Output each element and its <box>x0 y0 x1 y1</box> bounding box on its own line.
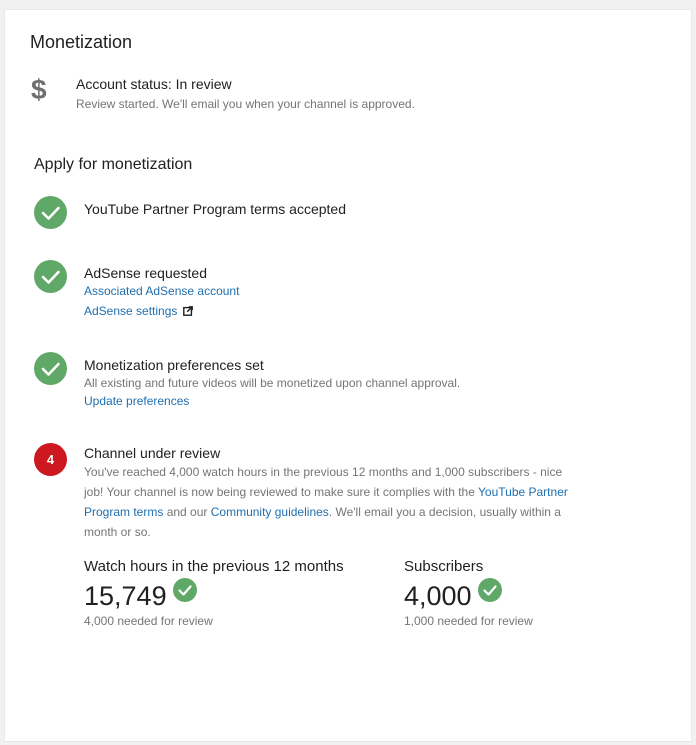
monetization-card: Monetization $ Account status: In review… <box>4 9 692 742</box>
step-title: YouTube Partner Program terms accepted <box>84 201 346 217</box>
update-preferences-link[interactable]: Update preferences <box>84 394 189 408</box>
step-title: Channel under review <box>84 445 221 461</box>
metric-note: 1,000 needed for review <box>404 614 533 628</box>
metric-note: 4,000 needed for review <box>84 614 213 628</box>
adsense-settings-link[interactable]: AdSense settings <box>84 304 194 319</box>
community-guidelines-link[interactable]: Community guidelines <box>211 505 329 519</box>
adsense-settings-label: AdSense settings <box>84 304 178 318</box>
check-icon <box>34 260 67 293</box>
associated-adsense-account-link[interactable]: Associated AdSense account <box>84 284 239 298</box>
step-description: You've reached 4,000 watch hours in the … <box>84 462 574 542</box>
watch-hours-metric: Watch hours in the previous 12 months 15… <box>84 558 344 628</box>
step-title: Monetization preferences set <box>84 357 264 373</box>
dollar-icon: $ <box>31 74 47 105</box>
page-title: Monetization <box>30 32 133 52</box>
metric-label: Subscribers <box>404 558 484 575</box>
apply-section-title: Apply for monetization <box>34 156 193 173</box>
check-icon <box>172 578 197 602</box>
step-number-badge: 4 <box>34 443 67 476</box>
metric-value: 15,749 <box>84 581 167 611</box>
account-status-subtitle: Review started. We'll email you when you… <box>76 97 415 111</box>
external-link-icon <box>183 305 194 319</box>
check-icon <box>477 578 502 602</box>
subscribers-metric: Subscribers 4,000 1,000 needed for revie… <box>404 558 533 628</box>
metric-value: 4,000 <box>404 581 472 611</box>
review-text-part: and our <box>163 505 211 519</box>
metric-label: Watch hours in the previous 12 months <box>84 558 344 575</box>
account-status-title: Account status: In review <box>76 76 232 92</box>
step-title: AdSense requested <box>84 265 207 281</box>
check-icon <box>34 196 67 229</box>
step-description: All existing and future videos will be m… <box>84 376 461 390</box>
check-icon <box>34 352 67 385</box>
